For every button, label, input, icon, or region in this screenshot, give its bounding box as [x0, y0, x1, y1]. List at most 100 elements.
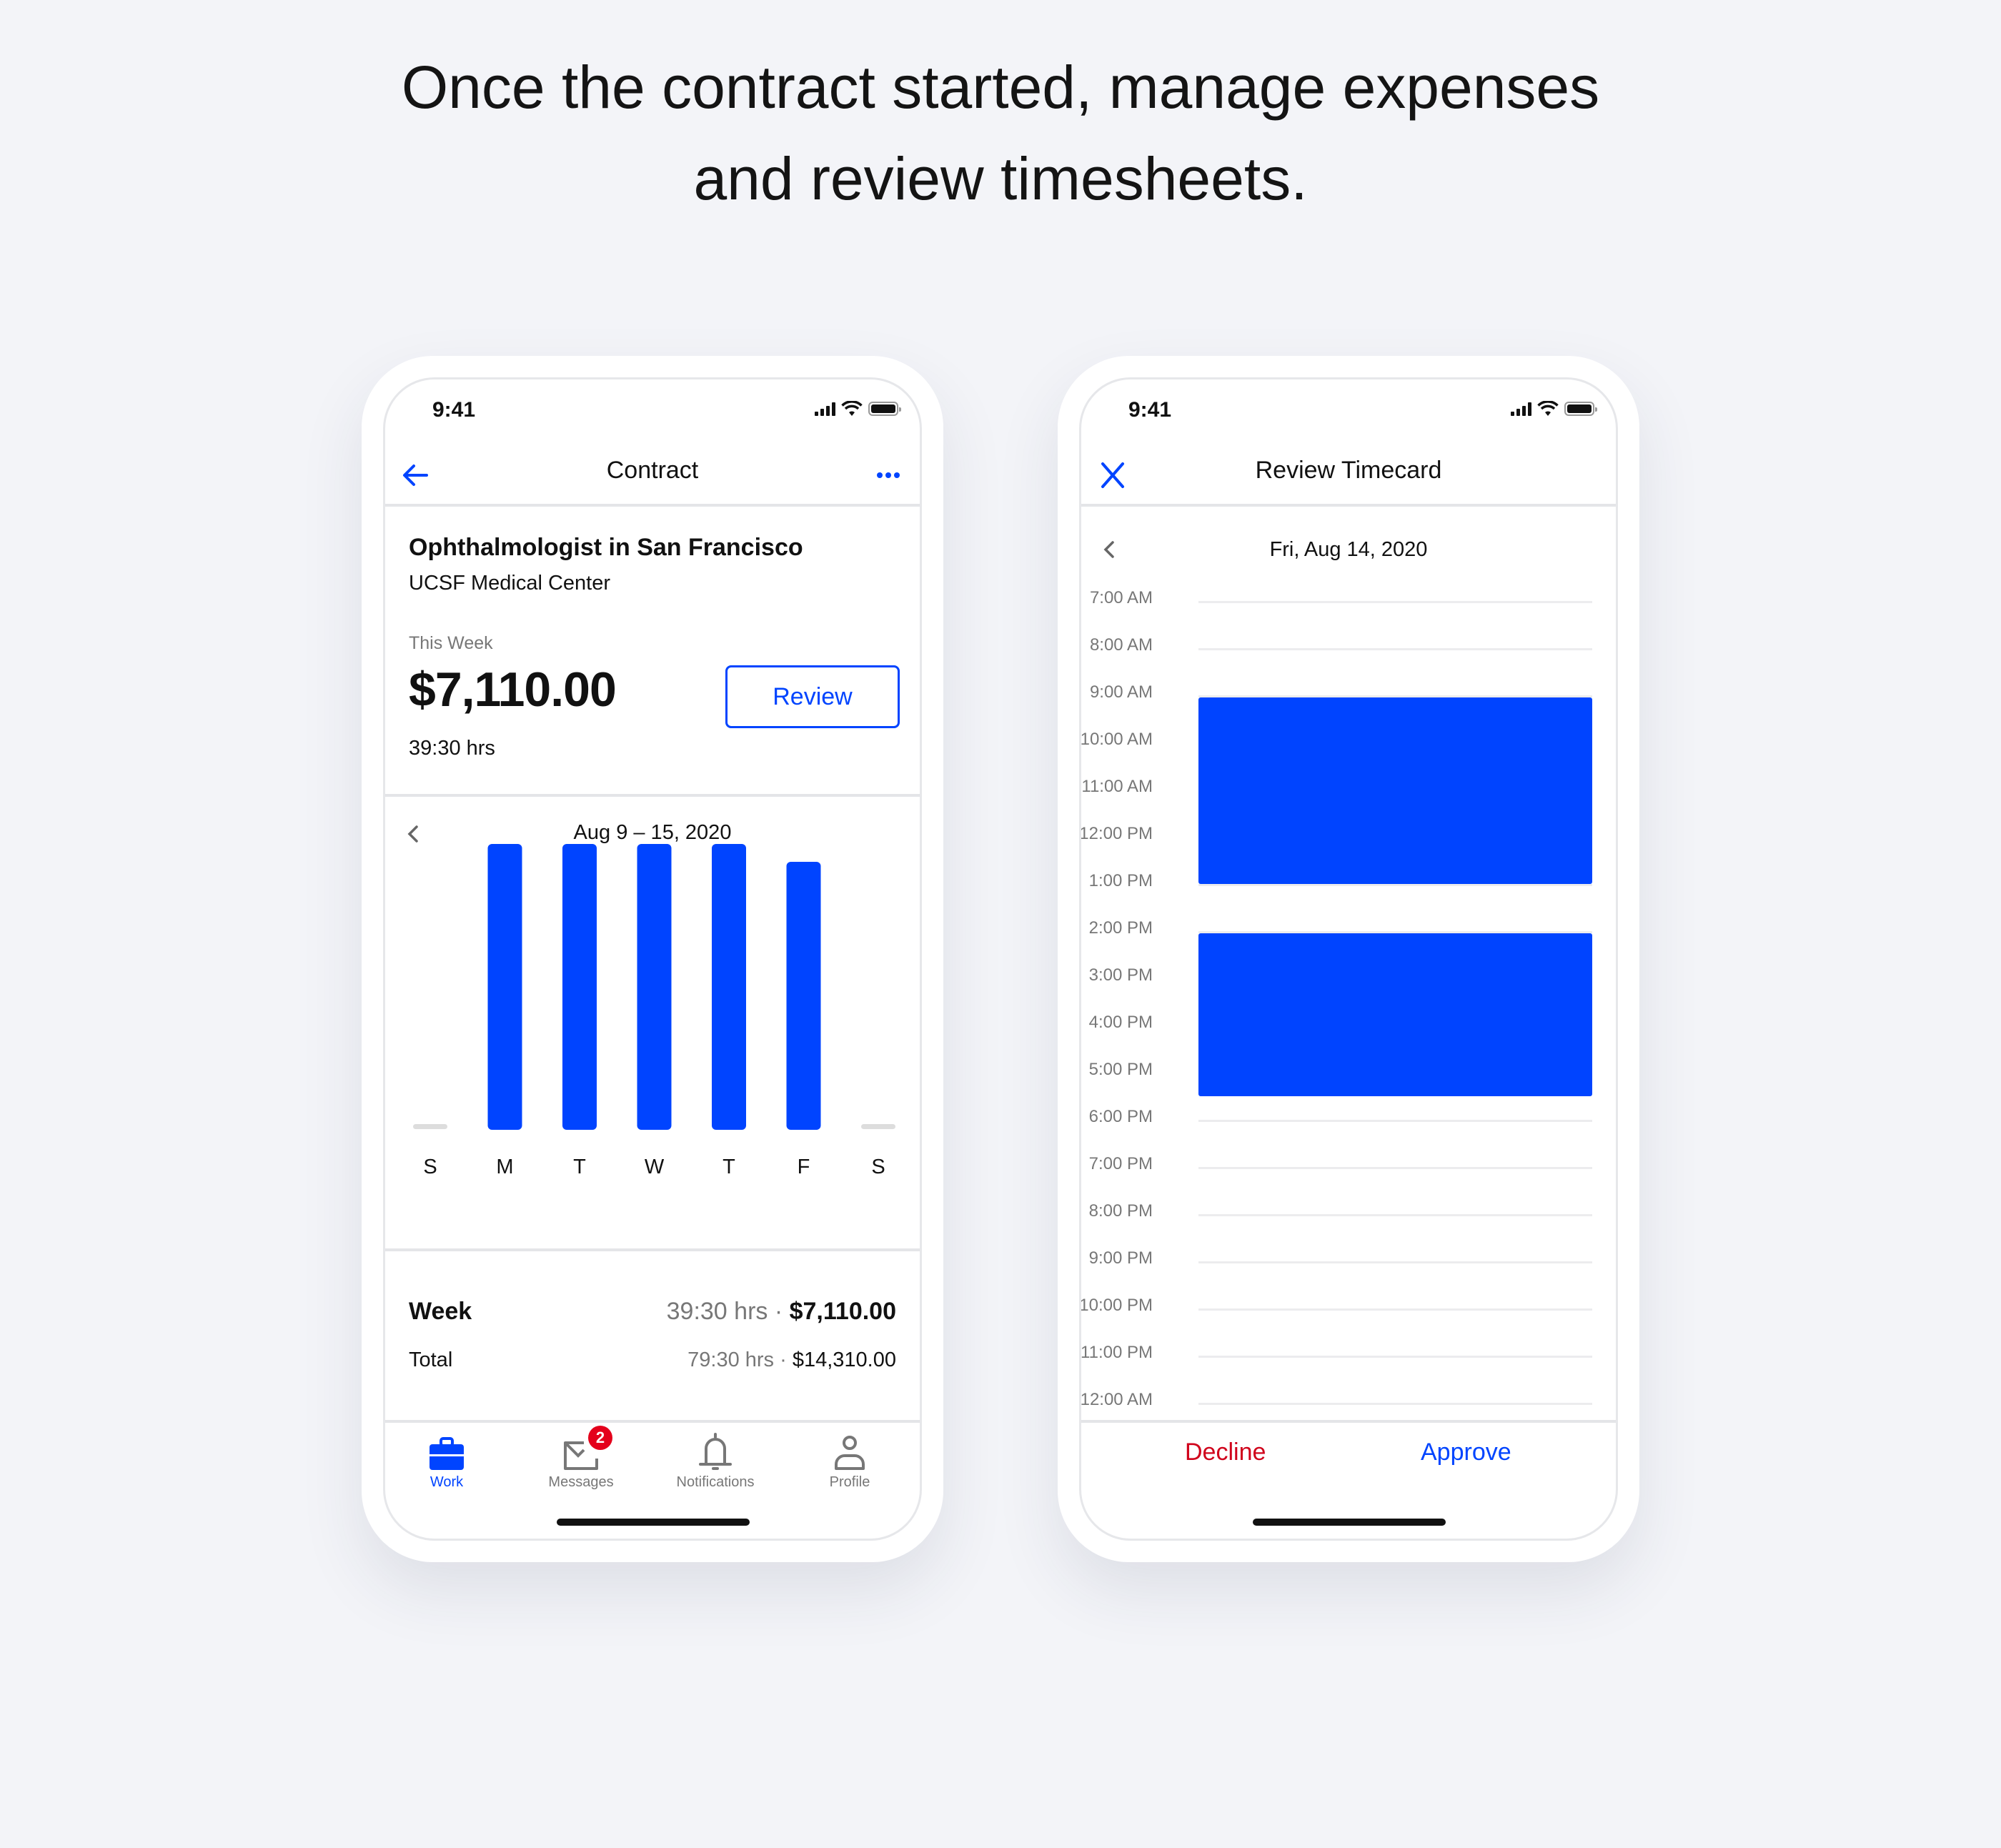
decline-button[interactable]: Decline [1185, 1439, 1266, 1466]
hour-label: 4:00 PM [1088, 1013, 1153, 1032]
hour-gridline [1198, 884, 1592, 886]
hour-label: 6:00 PM [1088, 1107, 1153, 1126]
week-summary-row: Week 39:30 hrs · $7,110.00 [409, 1298, 896, 1326]
time-block-0[interactable] [1198, 697, 1592, 884]
hour-label: 11:00 PM [1081, 1343, 1153, 1362]
hour-row: 1:00 PM [1081, 871, 1616, 913]
battery-icon [868, 402, 901, 416]
tab-messages[interactable]: 2 Messages [517, 1426, 645, 1491]
ellipsis-icon[interactable] [870, 457, 907, 494]
hour-gridline [1198, 1356, 1592, 1358]
person-icon [835, 1436, 865, 1470]
hour-gridline [1198, 1167, 1592, 1169]
total-summary-hours: 79:30 hrs [687, 1348, 775, 1371]
bar-6[interactable] [861, 1124, 895, 1129]
status-bar: 9:41 [1081, 379, 1616, 444]
tab-label: Notifications [676, 1474, 755, 1490]
day-label: W [644, 1156, 665, 1178]
hour-row: 8:00 PM [1081, 1201, 1616, 1243]
home-indicator [557, 1519, 750, 1526]
tab-bar: Work 2 Messages Notifications Profile [385, 1420, 920, 1491]
bar-2[interactable] [562, 844, 597, 1130]
bell-icon [699, 1433, 732, 1470]
week-summary-amount: $7,110.00 [789, 1298, 896, 1325]
day-label: M [496, 1156, 514, 1178]
bar-0[interactable] [413, 1124, 447, 1129]
wifi-icon [1537, 401, 1559, 416]
separator: · [774, 1348, 793, 1371]
page-title: Review Timecard [1255, 457, 1442, 484]
hour-label: 9:00 PM [1088, 1248, 1153, 1268]
battery-icon [1564, 402, 1597, 416]
bar-5[interactable] [786, 862, 821, 1130]
facility-name: UCSF Medical Center [409, 572, 611, 595]
tab-work[interactable]: Work [385, 1429, 511, 1491]
total-summary-amount: $14,310.00 [792, 1348, 896, 1371]
separator: · [768, 1298, 790, 1325]
home-indicator [1253, 1519, 1446, 1526]
hour-gridline [1198, 1214, 1592, 1216]
hour-gridline [1198, 1120, 1592, 1122]
headline: Once the contract started, manage expens… [0, 41, 2001, 224]
review-actions: Decline Approve [1081, 1420, 1616, 1491]
day-labels: SMTWTFS [385, 1156, 920, 1184]
signal-icon [815, 402, 835, 416]
hour-label: 10:00 PM [1079, 1296, 1153, 1315]
week-summary-hours: 39:30 hrs [666, 1298, 768, 1325]
hour-label: 11:00 AM [1081, 777, 1153, 796]
total-summary-label: Total [409, 1348, 453, 1371]
tab-label: Profile [829, 1474, 870, 1490]
hours-bar-chart [385, 844, 920, 1130]
message-count-badge: 2 [588, 1426, 612, 1450]
tab-notifications[interactable]: Notifications [651, 1429, 780, 1491]
hour-label: 8:00 AM [1089, 635, 1153, 655]
day-label: T [573, 1156, 586, 1178]
signal-icon [1511, 402, 1531, 416]
timecard-screen: 9:41 Review Timecard Fri, Aug 14, 2020 7… [1079, 377, 1618, 1541]
divider [385, 1248, 920, 1251]
approve-button[interactable]: Approve [1421, 1439, 1511, 1466]
tab-profile[interactable]: Profile [785, 1429, 914, 1491]
hour-row: 6:00 PM [1081, 1107, 1616, 1148]
status-time: 9:41 [432, 398, 476, 422]
nav-bar: Review Timecard [1081, 444, 1616, 507]
status-time: 9:41 [1128, 398, 1172, 422]
contract-phone: 9:41 Contract Ophthalmologist in San Fra… [362, 356, 943, 1562]
tab-label: Work [430, 1474, 464, 1490]
hour-gridline [1198, 1403, 1592, 1405]
bar-4[interactable] [712, 844, 746, 1130]
job-title: Ophthalmologist in San Francisco [409, 534, 803, 561]
review-button[interactable]: Review [725, 665, 900, 728]
hour-gridline [1198, 1261, 1592, 1263]
hour-gridline [1198, 601, 1592, 603]
time-block-1[interactable] [1198, 933, 1592, 1096]
timecard-phone: 9:41 Review Timecard Fri, Aug 14, 2020 7… [1058, 356, 1639, 1562]
hour-label: 3:00 PM [1088, 965, 1153, 985]
date-label: Fri, Aug 14, 2020 [1269, 538, 1428, 561]
briefcase-icon [430, 1437, 464, 1470]
hour-label: 1:00 PM [1088, 871, 1153, 890]
contract-screen: 9:41 Contract Ophthalmologist in San Fra… [383, 377, 922, 1541]
page-title: Contract [606, 457, 699, 484]
nav-bar: Contract [385, 444, 920, 507]
this-week-label: This Week [409, 633, 493, 653]
timecard-timeline: 7:00 AM 8:00 AM 9:00 AM 10:00 AM 11:00 AM 12:… [1081, 572, 1616, 1409]
wifi-icon [841, 401, 863, 416]
total-summary-row: Total 79:30 hrs · $14,310.00 [409, 1348, 896, 1372]
status-bar: 9:41 [385, 379, 920, 444]
hour-label: 2:00 PM [1088, 918, 1153, 938]
day-label: S [423, 1156, 437, 1178]
hour-row: 7:00 PM [1081, 1154, 1616, 1196]
hour-label: 12:00 PM [1079, 824, 1153, 843]
week-summary-label: Week [409, 1298, 472, 1325]
hour-label: 8:00 PM [1088, 1201, 1153, 1221]
day-label: F [797, 1156, 810, 1178]
tab-label: Messages [548, 1474, 614, 1490]
hour-row: 9:00 PM [1081, 1248, 1616, 1290]
bar-1[interactable] [487, 844, 522, 1130]
hour-gridline [1198, 1308, 1592, 1311]
hour-row: 10:00 PM [1081, 1296, 1616, 1337]
week-amount: $7,110.00 [409, 662, 617, 717]
bar-3[interactable] [637, 844, 672, 1130]
date-nav: Fri, Aug 14, 2020 [1081, 531, 1616, 574]
